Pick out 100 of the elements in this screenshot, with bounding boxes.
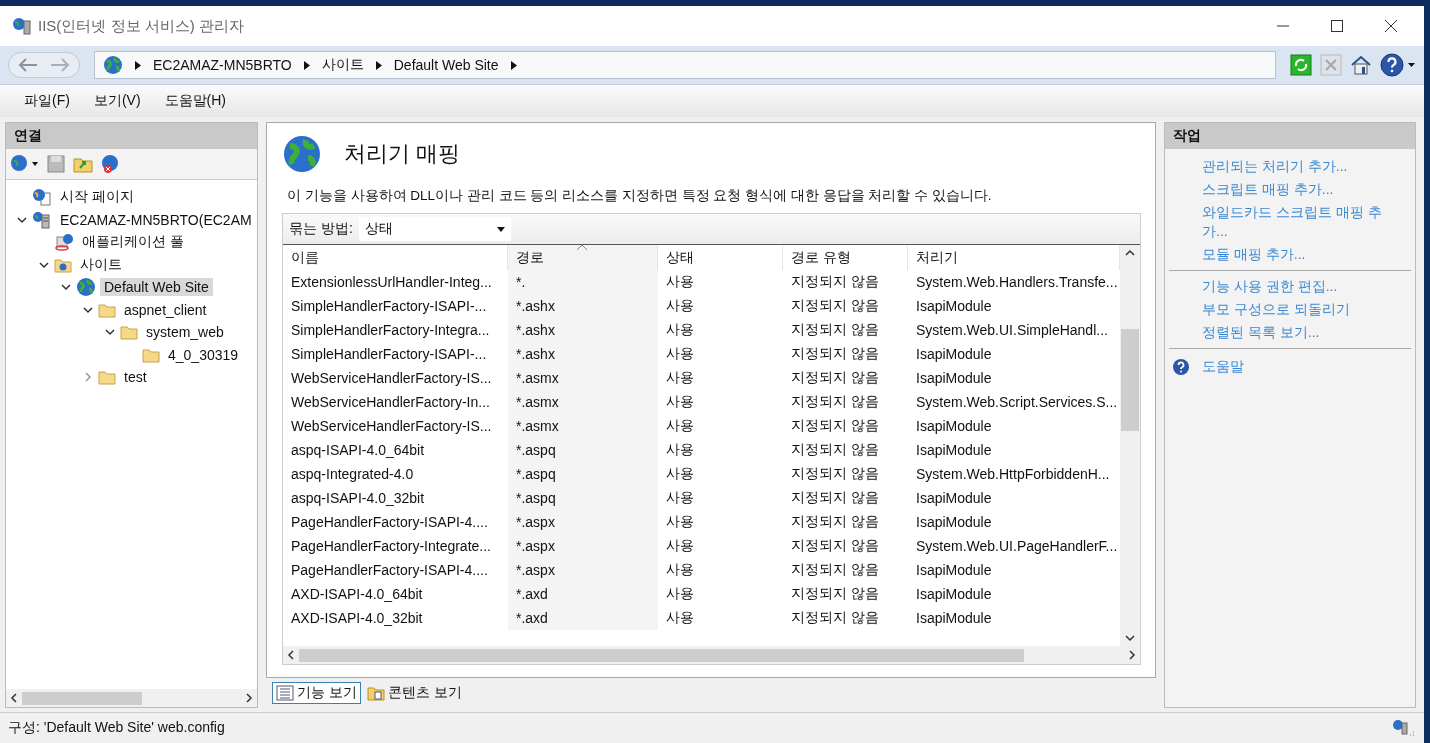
table-cell-text: 지정되지 않음 <box>790 320 880 339</box>
table-cell: *.aspx <box>508 510 658 534</box>
table-cell-text: 사용 <box>665 296 695 315</box>
menu-item[interactable]: 도움말(H) <box>164 92 226 110</box>
tree-item[interactable]: EC2AMAZ-MN5BRTO(EC2AM <box>56 210 256 229</box>
table-cell: *.aspq <box>508 462 658 486</box>
back-arrow-icon[interactable] <box>17 57 39 73</box>
tree-item[interactable]: 시작 페이지 <box>56 187 138 208</box>
table-cell-text: 지정되지 않음 <box>790 536 880 555</box>
table-cell: *.aspq <box>508 438 658 462</box>
table-cell-text: IsapiModule <box>915 297 993 316</box>
expanded-chevron-icon[interactable] <box>105 327 115 338</box>
breadcrumb-arrow-icon <box>510 60 517 70</box>
help-icon <box>1172 357 1190 376</box>
table-cell-text: IsapiModule <box>915 561 993 580</box>
expanded-chevron-icon[interactable] <box>83 304 93 315</box>
table-cell-text: IsapiModule <box>915 585 993 604</box>
table-cell: *.aspx <box>508 534 658 558</box>
feature-title: 처리기 매핑 <box>344 140 461 168</box>
view-tab[interactable]: 기능 보기 <box>272 682 361 704</box>
scroll-thumb[interactable] <box>22 691 142 705</box>
table-cell-text: IsapiModule <box>915 489 993 508</box>
table-cell-text: 지정되지 않음 <box>790 272 880 291</box>
tree-item[interactable]: 애플리케이션 풀 <box>78 232 188 253</box>
table-cell-text: 지정되지 않음 <box>790 560 880 579</box>
table-cell-text: IsapiModule <box>915 345 993 364</box>
table-cell-text: SimpleHandlerFactory-ISAPI-... <box>290 297 488 316</box>
breadcrumb-arrow-icon <box>375 60 382 70</box>
address-bar[interactable]: EC2AMAZ-MN5BRTO 사이트 Default Web Site <box>94 51 1276 79</box>
table-cell-text: SimpleHandlerFactory-ISAPI-... <box>290 345 488 364</box>
table-cell-text: System.Web.Script.Services.S... <box>915 393 1119 412</box>
feature-description: 이 기능을 사용하여 DLL이나 관리 코드 등의 리소스를 지정하면 특정 요청 형식에 대한 응답을 처리할 수 있습니다. <box>287 187 993 205</box>
group-by-label: 묶는 방법: <box>289 220 353 238</box>
view-tab[interactable]: 콘텐츠 보기 <box>362 682 466 704</box>
scroll-thumb[interactable] <box>299 648 1024 662</box>
table-cell: *.ashx <box>508 294 658 318</box>
sort-chevron-icon <box>576 244 588 250</box>
action-link[interactable]: 부모 구성으로 되돌리기 <box>1169 298 1411 321</box>
table-cell: *.asmx <box>508 390 658 414</box>
table-cell-text: 사용 <box>665 584 695 603</box>
collapsed-chevron-icon[interactable] <box>83 372 93 383</box>
close-button[interactable] <box>1384 19 1398 33</box>
menu-item[interactable]: 보기(V) <box>93 92 141 110</box>
table-cell: *.asmx <box>508 366 658 390</box>
table-cell-text: 지정되지 않음 <box>790 296 880 315</box>
horizontal-scrollbar[interactable] <box>6 689 257 707</box>
save-icon[interactable] <box>46 154 66 174</box>
table-cell-text: 사용 <box>665 464 695 483</box>
table-cell: *.ashx <box>508 318 658 342</box>
table-cell: *.ashx <box>508 342 658 366</box>
table-cell-text: SimpleHandlerFactory-Integra... <box>290 321 491 340</box>
breadcrumb-arrow-icon <box>135 60 141 70</box>
scroll-up-icon[interactable] <box>1125 249 1135 257</box>
breadcrumb-item[interactable]: Default Web Site <box>393 57 499 73</box>
home-icon[interactable] <box>1350 54 1372 76</box>
table-cell: *.axd <box>508 606 658 630</box>
maximize-button[interactable] <box>1330 19 1344 33</box>
tree-item[interactable]: aspnet_client <box>120 300 211 319</box>
table-cell-text: WebServiceHandlerFactory-In... <box>290 393 491 412</box>
scroll-down-icon[interactable] <box>1125 634 1135 642</box>
column-header[interactable]: 경로 유형 <box>783 245 908 270</box>
panel-header: 작업 <box>1165 123 1415 149</box>
table-cell-text: IsapiModule <box>915 417 993 436</box>
expanded-chevron-icon[interactable] <box>39 259 49 270</box>
tree-item[interactable]: test <box>120 368 151 387</box>
table-cell-text: WebServiceHandlerFactory-IS... <box>290 369 493 388</box>
table-cell-text: 지정되지 않음 <box>790 392 880 411</box>
table-cell-text: System.Web.Handlers.Transfe... <box>915 273 1119 292</box>
expanded-chevron-icon[interactable] <box>17 214 27 225</box>
scroll-right-icon[interactable] <box>1128 650 1136 660</box>
column-header[interactable]: 경로 <box>508 245 658 270</box>
scroll-left-icon[interactable] <box>287 650 295 660</box>
expanded-chevron-icon[interactable] <box>61 282 71 293</box>
tree-item[interactable]: system_web <box>142 323 228 342</box>
scroll-left-icon[interactable] <box>10 693 18 703</box>
column-header[interactable]: 상태 <box>658 245 783 270</box>
table-cell-text: WebServiceHandlerFactory-IS... <box>290 417 493 436</box>
table-cell-text: aspq-Integrated-4.0 <box>290 465 415 484</box>
table-cell-text: 지정되지 않음 <box>790 344 880 363</box>
table-cell-text: 사용 <box>665 536 695 555</box>
vertical-scrollbar[interactable] <box>1120 245 1140 646</box>
status-text: 구성: 'Default Web Site' web.config <box>8 719 225 737</box>
network-status-icon <box>1392 719 1416 737</box>
refresh-icon[interactable] <box>1290 54 1312 76</box>
scroll-thumb[interactable] <box>1121 329 1139 431</box>
tree-item[interactable]: Default Web Site <box>100 278 213 297</box>
connect-globe-icon[interactable] <box>10 154 40 174</box>
table-cell-text: 사용 <box>665 560 695 579</box>
breadcrumb-item[interactable]: EC2AMAZ-MN5BRTO <box>153 57 292 73</box>
window-title: IIS(인터넷 정보 서비스) 관리자 <box>38 16 244 36</box>
group-by-dropdown[interactable]: 상태 <box>358 217 511 241</box>
help-dropdown-icon[interactable] <box>1380 53 1416 77</box>
tree-item[interactable]: 4_0_30319 <box>164 345 243 364</box>
horizontal-scrollbar[interactable] <box>283 646 1140 664</box>
scroll-right-icon[interactable] <box>245 693 253 703</box>
table-cell-text: PageHandlerFactory-ISAPI-4.... <box>290 513 489 532</box>
breadcrumb-item[interactable]: 사이트 <box>321 56 364 74</box>
tree-item[interactable]: 사이트 <box>76 254 126 275</box>
menu-item[interactable]: 파일(F) <box>24 92 70 110</box>
table-cell-text: 사용 <box>665 272 695 291</box>
